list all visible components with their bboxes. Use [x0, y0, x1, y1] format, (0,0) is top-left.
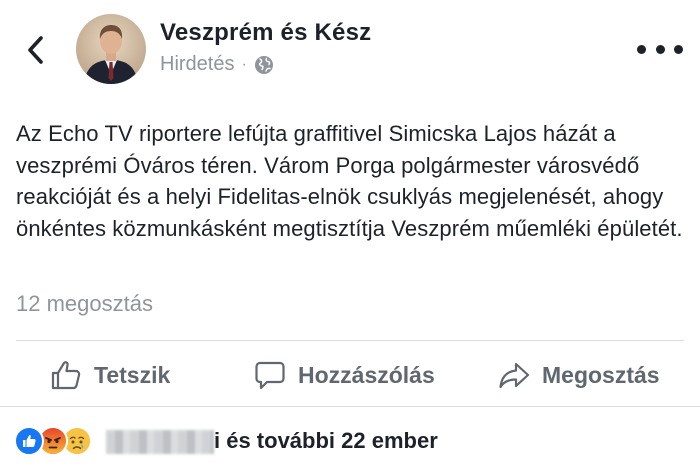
page-name[interactable]: Veszprém és Kész [160, 19, 371, 47]
like-label: Tetszik [94, 361, 171, 388]
divider [16, 340, 684, 341]
comment-label: Hozzászólás [298, 361, 435, 388]
post-text: Az Echo TV riportere lefújta graffitivel… [16, 121, 683, 241]
share-button[interactable]: Megosztás [498, 344, 660, 406]
back-button[interactable] [18, 30, 54, 70]
more-dot [655, 44, 665, 54]
chevron-left-icon [28, 36, 43, 64]
thumbs-up-icon [51, 361, 81, 390]
share-label: Megosztás [542, 361, 660, 388]
more-options-button[interactable] [637, 34, 683, 64]
post-header: Veszprém és Kész Hirdetés · [0, 0, 700, 100]
share-count[interactable]: 12 megosztás [16, 291, 153, 317]
like-button[interactable]: Tetszik [50, 344, 170, 406]
divider [0, 406, 700, 407]
globe-icon [254, 55, 273, 74]
more-dot [674, 44, 683, 54]
reaction-summary[interactable]: i és további 22 ember [14, 422, 694, 462]
speech-bubble-icon [255, 361, 285, 390]
post-meta: Hirdetés · [160, 53, 274, 76]
redacted-names [106, 430, 214, 454]
share-arrow-icon [499, 362, 530, 389]
sponsored-label: Hirdetés [160, 53, 235, 75]
action-bar: Tetszik Hozzászólás Megosztás [0, 344, 700, 406]
like-reaction-icon [14, 426, 44, 456]
reaction-names: i és további 22 ember [214, 428, 438, 453]
comment-button[interactable]: Hozzászólás [254, 344, 435, 406]
more-dot [637, 44, 646, 54]
meta-separator: · [241, 55, 247, 73]
avatar[interactable] [76, 14, 146, 84]
